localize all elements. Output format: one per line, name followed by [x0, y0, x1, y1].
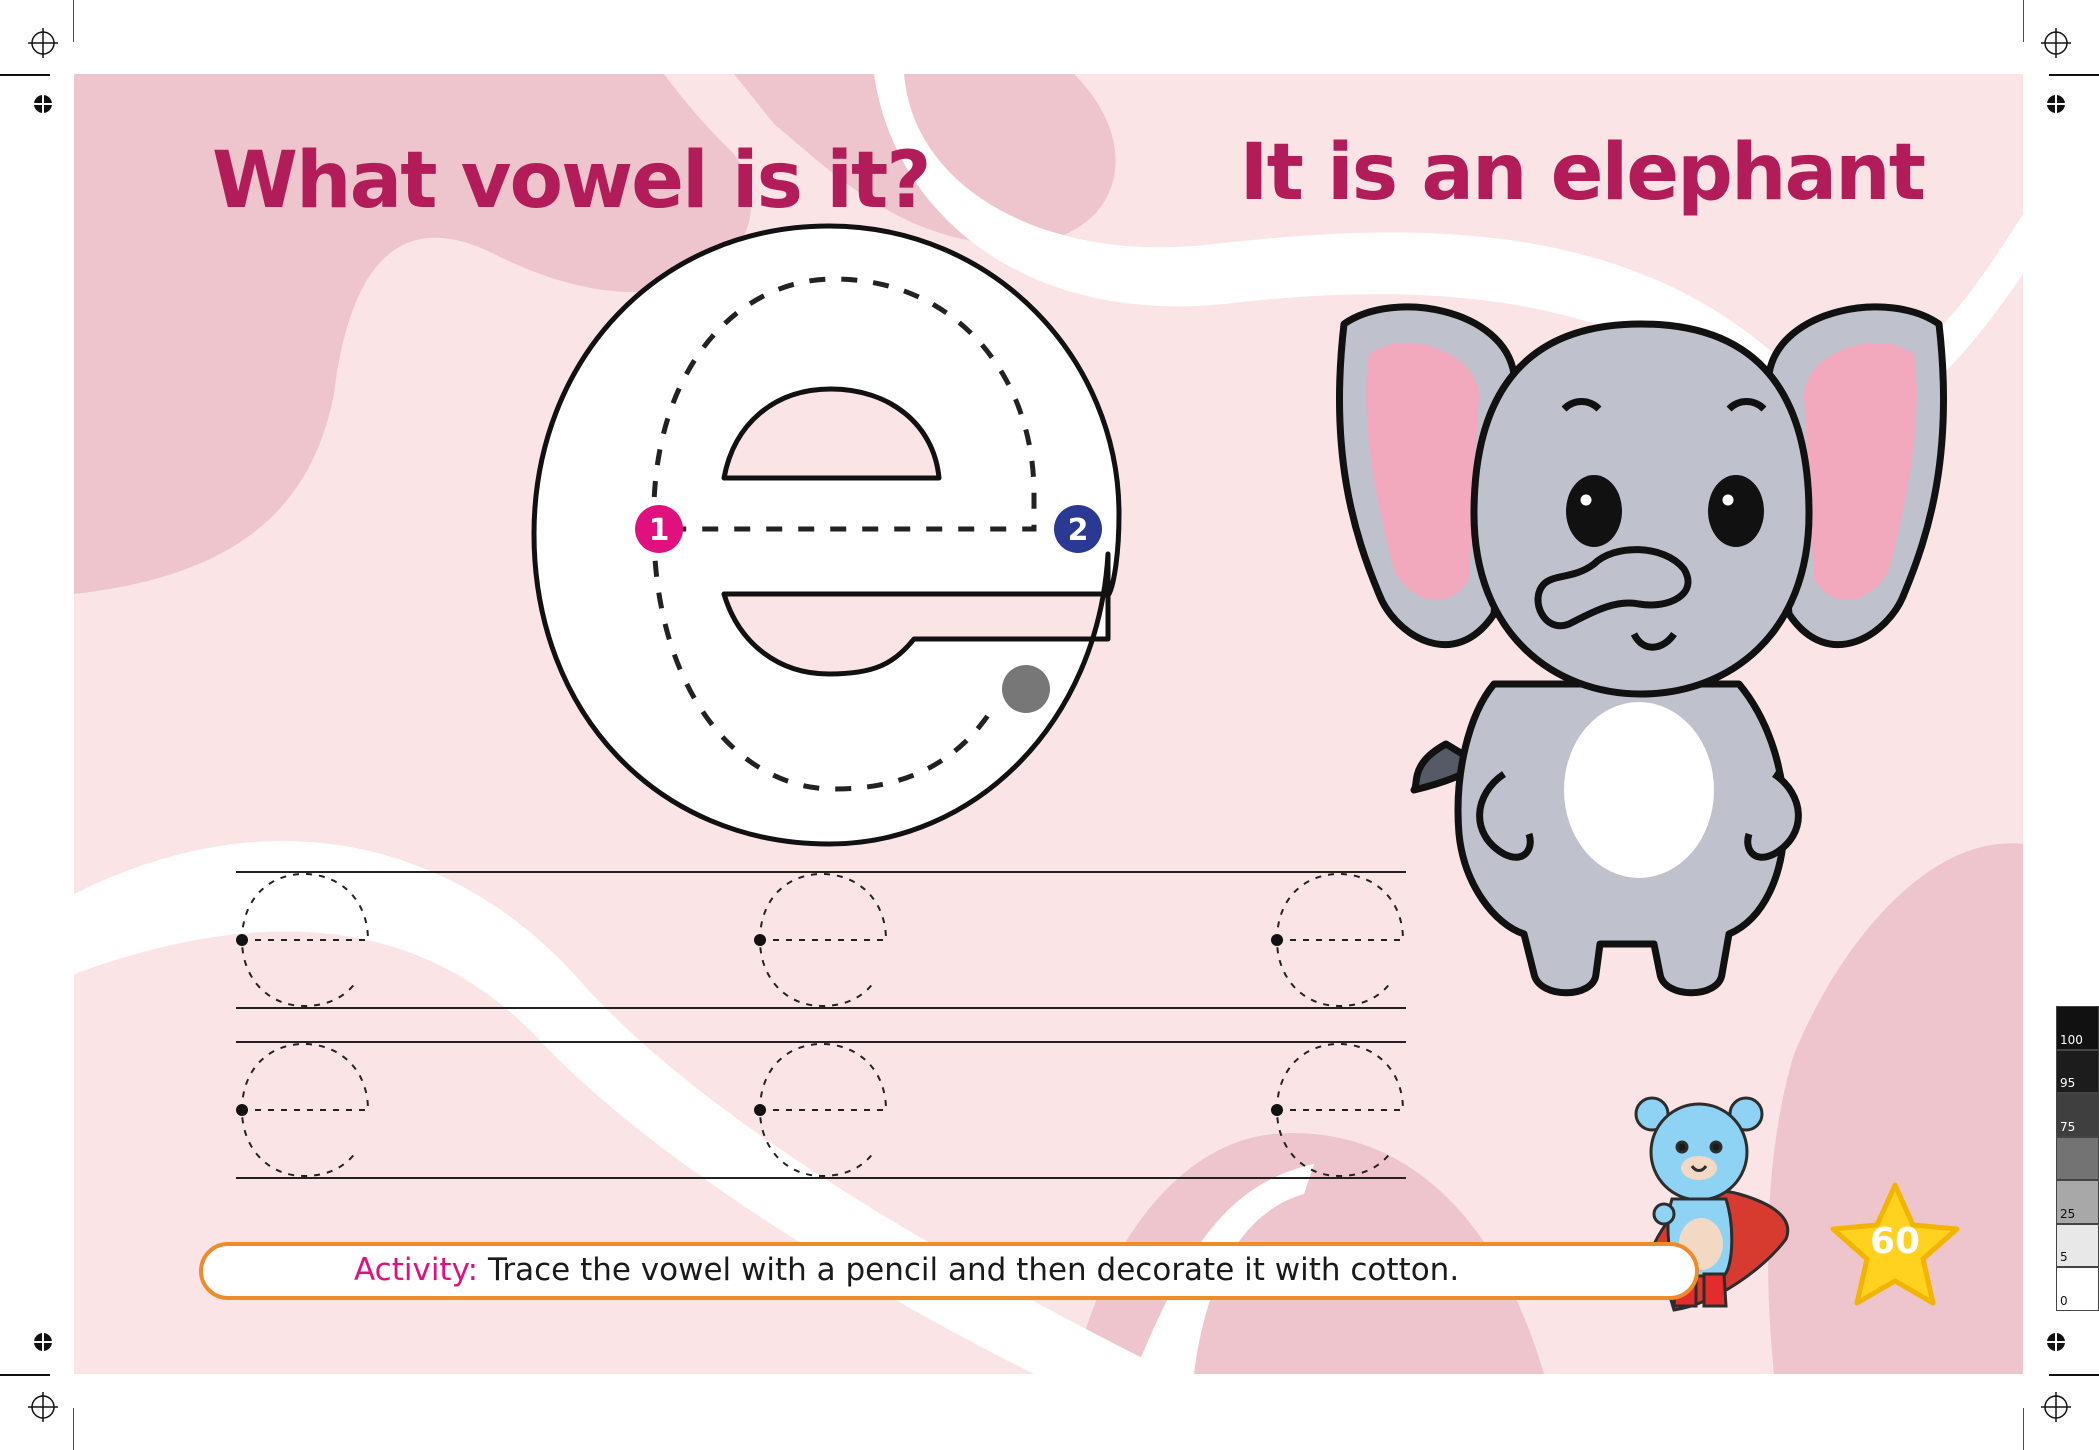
activity-instruction: Activity: Trace the vowel with a pencil … — [354, 1250, 1459, 1290]
swatch-100: 100 — [2056, 1006, 2099, 1050]
activity-text: Trace the vowel with a pencil and then d… — [487, 1252, 1460, 1288]
registration-mark-top-left — [34, 95, 52, 113]
crop-mark-bottom-right — [2023, 1392, 2071, 1450]
stroke-start-2: 2 — [1054, 505, 1102, 553]
swatch-25: 25 — [2056, 1180, 2099, 1224]
practice-letter-e-row-2 — [240, 1042, 1405, 1178]
crop-mark-top-left — [28, 0, 74, 58]
crop-mark-top-right — [2023, 0, 2071, 58]
page-number-badge: 60 — [1827, 1179, 1963, 1315]
end-dot — [1002, 665, 1050, 713]
practice-start-dots — [236, 934, 1283, 1116]
handwriting-practice-lines — [236, 871, 1406, 1179]
swatch-gray — [2056, 1136, 2099, 1180]
crop-line-right-top — [2049, 74, 2099, 76]
stroke-2-number: 2 — [1068, 513, 1089, 548]
registration-mark-bottom-right — [2047, 1333, 2065, 1351]
swatch-0: 0 — [2056, 1267, 2099, 1311]
swatch-95: 95 — [2056, 1049, 2099, 1093]
print-color-bar: 100 95 75 25 5 0 — [2056, 1006, 2099, 1311]
swatch-5: 5 — [2056, 1223, 2099, 1267]
stroke-start-1: 1 — [635, 505, 683, 553]
big-letter-e — [531, 223, 1122, 847]
crop-line-left-bottom — [0, 1374, 50, 1376]
crop-mark-bottom-left — [28, 1392, 74, 1450]
swatch-75: 75 — [2056, 1093, 2099, 1137]
crop-line-right-bottom — [2049, 1374, 2099, 1376]
crop-line-left-top — [0, 74, 50, 76]
stroke-1-number: 1 — [649, 513, 670, 548]
letter-trace-area: 1 2 — [236, 223, 1947, 1312]
worksheet-page: What vowel is it? It is an elephant 1 2 — [74, 74, 2023, 1374]
page-number: 60 — [1869, 1221, 1921, 1262]
elephant-illustration — [1336, 303, 1947, 997]
practice-letter-e-row-1 — [240, 872, 1405, 1008]
activity-label: Activity: — [354, 1252, 479, 1288]
registration-mark-top-right — [2047, 95, 2065, 113]
registration-mark-bottom-left — [34, 1333, 52, 1351]
